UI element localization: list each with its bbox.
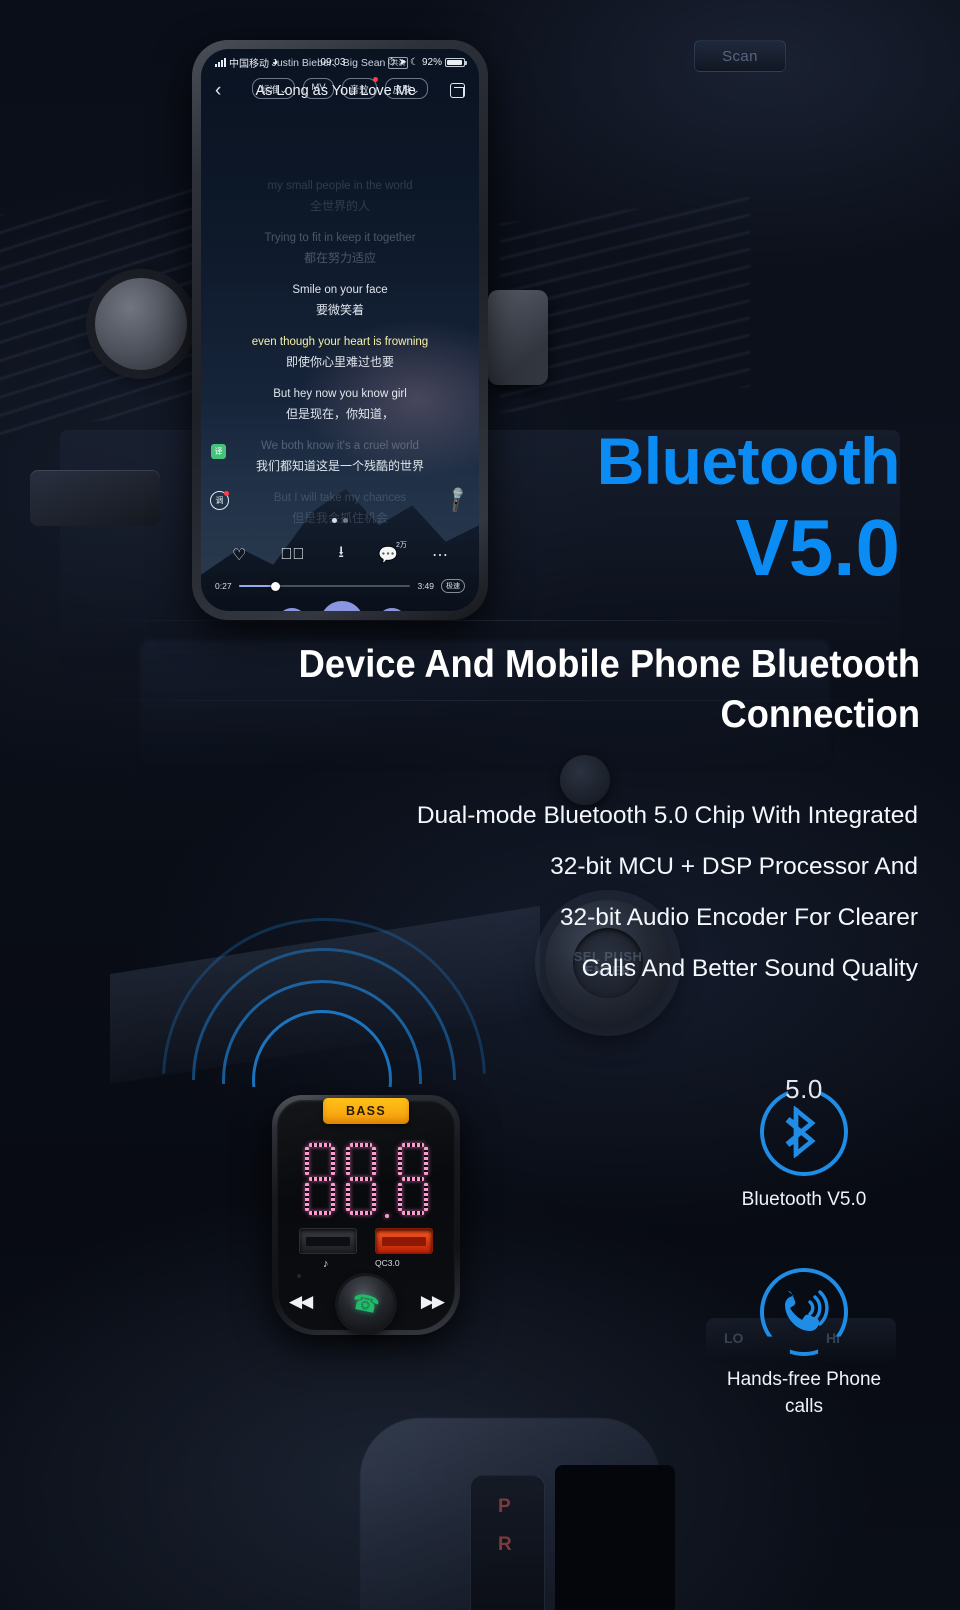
led-digit (396, 1143, 430, 1215)
device-microphone-hole (297, 1274, 301, 1278)
feature-caption: Bluetooth V5.0 (741, 1189, 867, 1210)
gear-label-r: R (498, 1534, 512, 1555)
feature-bluetooth: 5.0 Bluetooth V5.0 (715, 1074, 893, 1213)
brand-heading-bluetooth: Bluetooth (596, 424, 901, 498)
chip-mv[interactable]: MV (303, 78, 334, 99)
feature-handsfree: Hands-free Phone calls (700, 1268, 908, 1420)
location-icon: ➤ (398, 56, 407, 68)
fm-transmitter-device: BASS ♪ QC3.0 ☎ ◀◀ ▶▶ (272, 1095, 460, 1335)
page-dot (343, 518, 348, 523)
seek-fill (238, 585, 272, 587)
player-controls: ⇄ ⏮ ⏭ ≡ (201, 601, 479, 611)
led-digit (344, 1143, 378, 1215)
lyric-line: Smile on your face 要微笑着 (292, 284, 388, 317)
seek-track[interactable] (238, 581, 411, 591)
phone-call-waves-icon (760, 1268, 848, 1356)
quality-badge[interactable]: 极速 (441, 579, 465, 593)
call-answer-button[interactable]: ☎ (338, 1276, 394, 1332)
led-display (277, 1136, 455, 1222)
page-indicator (201, 518, 479, 523)
current-time: 0:27 (215, 581, 232, 591)
device-front-face: BASS ♪ QC3.0 ☎ ◀◀ ▶▶ (277, 1098, 455, 1332)
brand-heading-version: V5.0 (735, 503, 900, 592)
translate-badge[interactable]: 译 (211, 444, 226, 459)
download-icon[interactable]: ⭳ (338, 541, 344, 568)
phone-holder-clamp (488, 290, 548, 385)
bluetooth-icon (760, 1088, 848, 1176)
smartphone: 中国移动 ◕ 09:03 ⏱ ➤ ☾ 92% ‹ As Long as You … (192, 40, 488, 620)
feature-caption: Hands-free Phone calls (726, 1369, 882, 1417)
share-external-icon[interactable] (450, 83, 465, 98)
previous-track-button[interactable]: ⏮ (277, 608, 308, 611)
comment-icon[interactable]: 调 (210, 491, 229, 510)
page-title: Device And Mobile Phone Bluetooth Connec… (298, 643, 920, 736)
next-track-button[interactable]: ⏭ (377, 608, 408, 611)
chip-quality[interactable]: 标准⌄ (252, 78, 296, 99)
play-circle-icon[interactable]: ▶⃝ (280, 546, 304, 564)
status-time: 09:03 (320, 56, 346, 68)
total-time: 3:49 (417, 581, 434, 591)
led-digit (303, 1143, 337, 1215)
status-bar: 中国移动 ◕ 09:03 ⏱ ➤ ☾ 92% (201, 49, 479, 75)
lyric-line: But hey now you know girl 但是现在，你知道， (273, 388, 407, 421)
more-icon[interactable]: ⋯ (432, 545, 448, 565)
console-dark-slot (555, 1465, 675, 1610)
lyric-line: my small people in the world 全世界的人 (267, 180, 413, 213)
battery-percent: 92% (421, 56, 442, 68)
page-dot-active (332, 518, 337, 523)
heart-icon[interactable]: ♡ (232, 545, 246, 565)
description-line: Dual-mode Bluetooth 5.0 Chip With Integr… (416, 802, 918, 829)
wifi-icon: ◕ (272, 56, 279, 68)
seek-bar-row[interactable]: 0:27 3:49 极速 (215, 579, 465, 593)
play-pause-button[interactable] (320, 601, 365, 611)
glovebox-latch (30, 470, 160, 526)
description-line: 32-bit MCU + DSP Processor And (550, 853, 918, 880)
lyric-line-active: even though your heart is frowning 即使你心里… (251, 336, 429, 369)
scan-button[interactable]: Scan (694, 40, 786, 72)
bass-button[interactable]: BASS (323, 1098, 409, 1124)
usb-qc-port[interactable] (375, 1228, 433, 1254)
dashboard-seam (60, 620, 900, 621)
alarm-icon: ⏱ (387, 56, 396, 68)
handsfree-icon-ring (760, 1268, 848, 1356)
device-next-button[interactable]: ▶▶ (421, 1292, 445, 1312)
notification-dot (224, 491, 229, 496)
bluetooth-icon-ring: 5.0 (760, 1074, 848, 1176)
description-text: Dual-mode Bluetooth 5.0 Chip With Integr… (240, 790, 918, 994)
bass-button-label: BASS (346, 1104, 386, 1118)
phone-answer-icon: ☎ (350, 1288, 383, 1319)
player-actions: ♡ ▶⃝ ⭳ 💬 2万 ⋯ (201, 541, 479, 568)
usb-audio-port[interactable] (299, 1228, 357, 1254)
description-line: Calls And Better Sound Quality (581, 955, 918, 982)
chip-sound-effect[interactable]: 音效 (341, 77, 378, 99)
phone-screen: 中国移动 ◕ 09:03 ⏱ ➤ ☾ 92% ‹ As Long as You … (201, 49, 479, 611)
usb-audio-label: ♪ (323, 1258, 329, 1270)
led-decimal-point (384, 1214, 389, 1218)
chip-skin[interactable]: 皮肤⌄ (384, 78, 428, 99)
lyric-line: We both know it's a cruel world 我们都知道这是一… (255, 440, 424, 473)
notification-dot (372, 77, 378, 82)
description-line: 32-bit Audio Encoder For Clearer (559, 904, 918, 931)
moon-icon: ☾ (410, 56, 419, 68)
usb-port-row (277, 1228, 455, 1254)
signal-bars-icon (215, 57, 226, 67)
comment-count: 2万 (396, 541, 407, 549)
scan-button-label: Scan (722, 47, 758, 65)
battery-icon (444, 57, 467, 67)
seek-handle[interactable] (271, 581, 281, 591)
product-marketing-image: SEL PUSH ENTER Scan LO HI P R 中国移动 ◕ 09:… (0, 0, 960, 1610)
player-nav-bar: ‹ As Long as You Love Me (201, 81, 479, 100)
gear-label-p: P (498, 1496, 511, 1517)
device-previous-button[interactable]: ◀◀ (289, 1292, 313, 1312)
lyrics-panel[interactable]: my small people in the world 全世界的人 Tryin… (201, 177, 479, 530)
carrier-label: 中国移动 (229, 58, 269, 70)
vent-mount-knob (95, 278, 187, 370)
comment-bubble-icon[interactable]: 💬 2万 (378, 542, 407, 565)
usb-qc-label: QC3.0 (375, 1258, 400, 1268)
lyric-line: Trying to fit in keep it together 都在努力适应 (264, 232, 416, 265)
